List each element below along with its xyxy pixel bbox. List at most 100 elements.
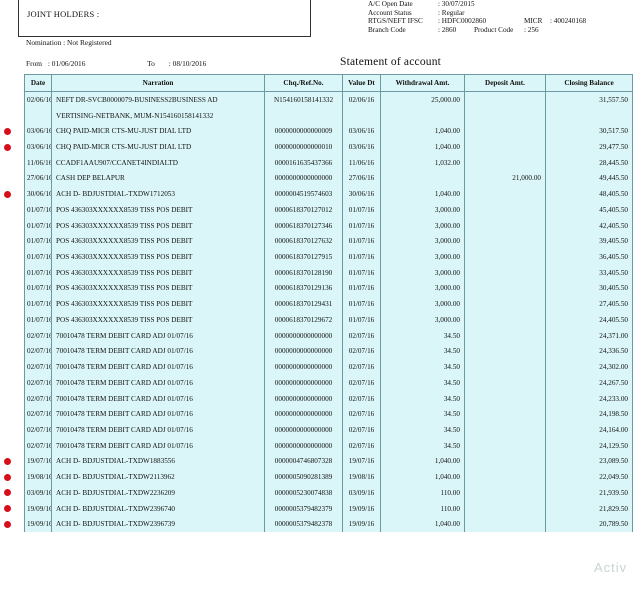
row-chq-ref: 0000618370129431 xyxy=(264,296,343,313)
highlight-marker xyxy=(4,190,11,198)
row-date: 03/06/16 xyxy=(24,139,52,155)
row-deposit xyxy=(464,91,546,108)
row-withdrawal: 25,000.00 xyxy=(380,91,465,108)
row-chq-ref: 0000000000000000 xyxy=(264,437,343,454)
row-closing-balance: 22,049.50 xyxy=(545,469,633,485)
account-status-row: Account Status : Regular xyxy=(368,9,586,18)
row-date: 30/06/16 xyxy=(24,186,52,203)
row-closing-balance: 49,445.50 xyxy=(545,170,633,187)
row-chq-ref: 0000005379482378 xyxy=(264,516,343,533)
row-value-date: 19/09/16 xyxy=(342,516,381,533)
row-narration: CCADF1AAU907/CCANET4INDIALTD xyxy=(51,154,265,171)
row-closing-balance: 24,129.50 xyxy=(545,437,633,454)
table-row: 01/07/16 POS 436303XXXXXX8539 TISS POS DE… xyxy=(24,280,633,297)
row-closing-balance: 48,405.50 xyxy=(545,186,633,203)
row-withdrawal: 1,040.00 xyxy=(380,453,465,470)
row-narration: ACH D- BDJUSTDIAL-TXDW1883556 xyxy=(51,453,265,470)
highlight-marker xyxy=(4,457,11,465)
account-open-date-row: A/C Open Date : 30/07/2015 xyxy=(368,0,586,9)
row-deposit xyxy=(464,374,546,391)
row-chq-ref: 0000618370127915 xyxy=(264,249,343,265)
table-row: 02/07/16 70010478 TERM DEBIT CARD ADJ 01/… xyxy=(24,390,633,407)
row-date: 01/07/16 xyxy=(24,296,52,313)
table-row: 30/06/16 ACH D- BDJUSTDIAL-TXDW1712053 000… xyxy=(24,186,633,203)
row-chq-ref: 0000000000000000 xyxy=(264,170,343,187)
row-deposit xyxy=(464,422,546,438)
row-withdrawal: 3,000.00 xyxy=(380,280,465,297)
statement-title: Statement of account xyxy=(340,56,442,68)
row-deposit: 21,000.00 xyxy=(464,170,546,187)
info-key: Account Status xyxy=(368,8,412,17)
info-value: : 2860 xyxy=(438,25,457,34)
statement-period: From : 01/06/2016 To : 08/10/2016 xyxy=(26,59,210,68)
row-value-date: 03/06/16 xyxy=(342,139,381,155)
row-deposit xyxy=(464,390,546,407)
row-value-date: 27/06/16 xyxy=(342,170,381,187)
row-deposit xyxy=(464,123,546,140)
row-narration: POS 436303XXXXXX8539 TISS POS DEBIT xyxy=(51,312,265,328)
column-header-closing-balance: Closing Balance xyxy=(545,74,633,92)
row-deposit xyxy=(464,280,546,297)
highlight-marker xyxy=(4,127,11,135)
table-row: 01/07/16 POS 436303XXXXXX8539 TISS POS DE… xyxy=(24,249,633,265)
row-narration: 70010478 TERM DEBIT CARD ADJ 01/07/16 xyxy=(51,343,265,360)
row-chq-ref: 0000618370127632 xyxy=(264,233,343,250)
row-narration: 70010478 TERM DEBIT CARD ADJ 01/07/16 xyxy=(51,422,265,438)
row-chq-ref: 0000000000000009 xyxy=(264,123,343,140)
row-withdrawal: 3,000.00 xyxy=(380,249,465,265)
row-closing-balance: 24,267.50 xyxy=(545,374,633,391)
row-withdrawal: 34.50 xyxy=(380,327,465,344)
row-value-date: 01/07/16 xyxy=(342,296,381,313)
row-date: 01/07/16 xyxy=(24,233,52,250)
row-withdrawal: 3,000.00 xyxy=(380,217,465,234)
row-chq-ref: 0000005379482379 xyxy=(264,500,343,517)
row-deposit xyxy=(464,453,546,470)
row-chq-ref xyxy=(264,107,343,124)
row-narration: POS 436303XXXXXX8539 TISS POS DEBIT xyxy=(51,233,265,250)
row-date: 01/07/16 xyxy=(24,264,52,281)
row-closing-balance: 20,789.50 xyxy=(545,516,633,533)
table-row: 03/06/16 CHQ PAID-MICR CTS-MU-JUST DIAL L… xyxy=(24,123,633,140)
row-value-date: 30/06/16 xyxy=(342,186,381,203)
table-header-row: Date Narration Chq./Ref.No. Value Dt Wit… xyxy=(24,74,633,92)
row-deposit xyxy=(464,296,546,313)
row-chq-ref: 0000618370129672 xyxy=(264,312,343,328)
row-chq-ref: 0000000000000000 xyxy=(264,406,343,423)
row-date: 19/08/16 xyxy=(24,469,52,485)
statement-table: Date Narration Chq./Ref.No. Value Dt Wit… xyxy=(24,74,633,533)
row-value-date: 03/09/16 xyxy=(342,484,381,501)
row-withdrawal: 34.50 xyxy=(380,422,465,438)
row-date: 02/07/16 xyxy=(24,374,52,391)
row-withdrawal: 110.00 xyxy=(380,500,465,517)
branch-code-row: Branch Code : 2860 Product Code : 256 xyxy=(368,26,586,35)
table-row: 02/07/16 70010478 TERM DEBIT CARD ADJ 01/… xyxy=(24,343,633,360)
row-value-date: 02/07/16 xyxy=(342,343,381,360)
row-withdrawal: 3,000.00 xyxy=(380,296,465,313)
table-body: 02/06/16 NEFT DR-SVCB0000079-BUSINESS2BUS… xyxy=(24,91,633,533)
row-value-date: 02/07/16 xyxy=(342,327,381,344)
column-header-narration: Narration xyxy=(51,74,265,92)
from-date: : 01/06/2016 xyxy=(47,59,86,68)
row-narration: 70010478 TERM DEBIT CARD ADJ 01/07/16 xyxy=(51,390,265,407)
row-value-date: 19/09/16 xyxy=(342,500,381,517)
row-narration: POS 436303XXXXXX8539 TISS POS DEBIT xyxy=(51,280,265,297)
row-date: 19/07/16 xyxy=(24,453,52,470)
row-chq-ref: 0000618370127012 xyxy=(264,202,343,218)
row-deposit xyxy=(464,139,546,155)
row-withdrawal: 34.50 xyxy=(380,343,465,360)
row-closing-balance: 39,405.50 xyxy=(545,233,633,250)
row-closing-balance: 24,302.00 xyxy=(545,359,633,375)
row-deposit xyxy=(464,107,546,124)
row-withdrawal: 34.50 xyxy=(380,437,465,454)
info-key: Branch Code xyxy=(368,25,406,34)
row-date: 02/07/16 xyxy=(24,422,52,438)
row-value-date: 02/07/16 xyxy=(342,406,381,423)
row-closing-balance: 27,405.50 xyxy=(545,296,633,313)
row-date: 02/07/16 xyxy=(24,406,52,423)
row-closing-balance: 24,233.00 xyxy=(545,390,633,407)
row-date: 02/07/16 xyxy=(24,390,52,407)
row-narration: ACH D- BDJUSTDIAL-TXDW2113962 xyxy=(51,469,265,485)
row-deposit xyxy=(464,500,546,517)
table-row: 01/07/16 POS 436303XXXXXX8539 TISS POS DE… xyxy=(24,202,633,218)
row-date: 02/07/16 xyxy=(24,359,52,375)
